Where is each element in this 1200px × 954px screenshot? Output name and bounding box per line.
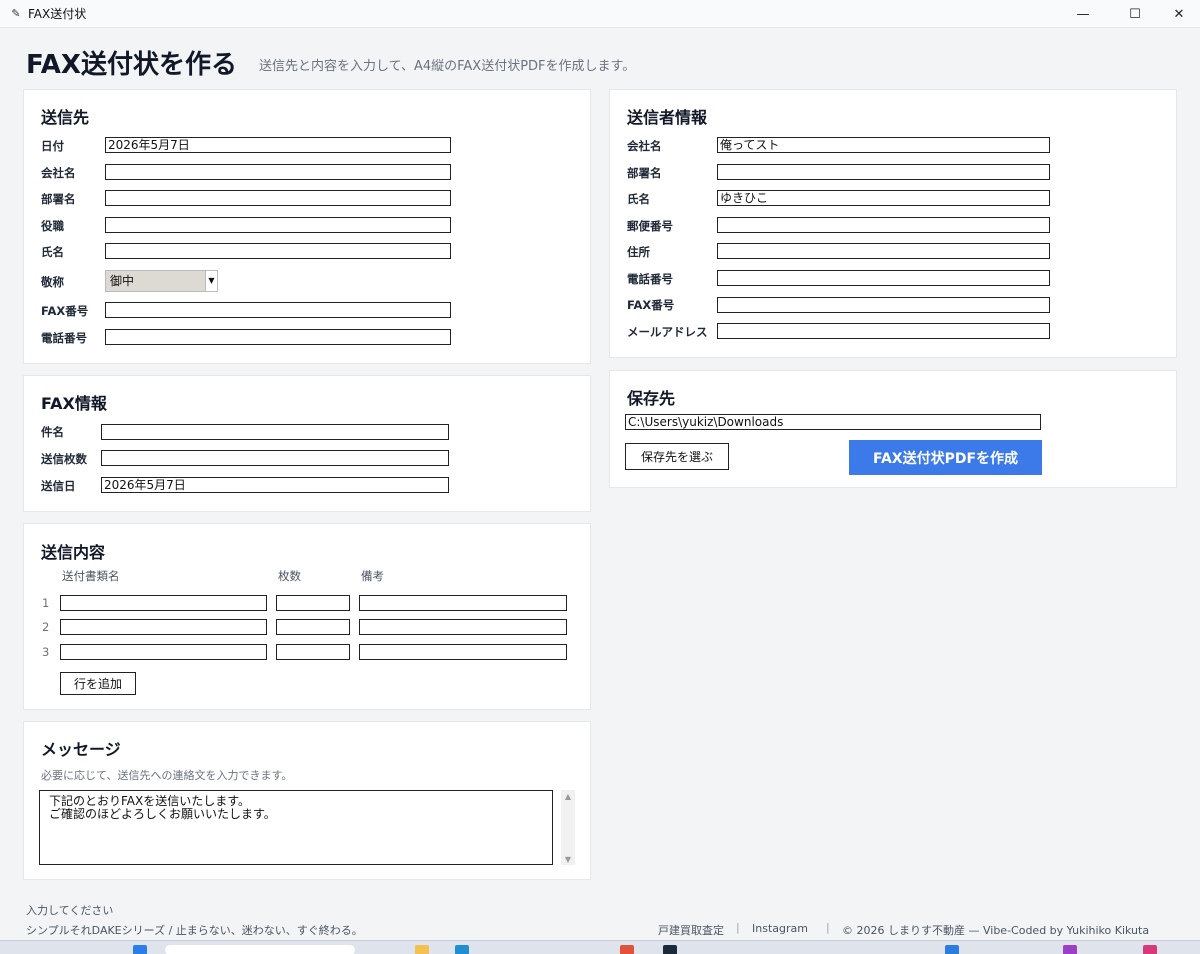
name-field[interactable] bbox=[105, 243, 451, 259]
sender-company-field[interactable]: 俺ってスト bbox=[717, 137, 1050, 153]
row-note-field[interactable] bbox=[359, 595, 567, 611]
message-title: メッセージ bbox=[41, 740, 121, 759]
sender-department-field[interactable] bbox=[717, 164, 1050, 180]
row-doc-field[interactable] bbox=[60, 619, 267, 635]
row-note-field[interactable] bbox=[359, 619, 567, 635]
browser-icon[interactable] bbox=[455, 945, 469, 954]
sender-name-field[interactable]: ゆきひこ bbox=[717, 190, 1050, 206]
pages-field[interactable] bbox=[101, 450, 449, 466]
row-number: 3 bbox=[42, 645, 50, 659]
window-titlebar: ✎ FAX送付状 bbox=[0, 0, 1200, 28]
date-field[interactable]: 2026年5月7日 bbox=[105, 137, 451, 153]
sender-address-field[interactable] bbox=[717, 243, 1050, 259]
send-date-field[interactable]: 2026年5月7日 bbox=[101, 477, 449, 493]
fax-label: FAX番号 bbox=[41, 304, 89, 318]
row-note-field[interactable] bbox=[359, 644, 567, 660]
add-row-button[interactable]: 行を追加 bbox=[60, 672, 136, 695]
date-label: 日付 bbox=[41, 139, 64, 153]
instagram-icon[interactable] bbox=[1143, 945, 1157, 954]
department-field[interactable] bbox=[105, 190, 451, 206]
message-hint: 必要に応じて、送信先への連絡文を入力できます。 bbox=[41, 769, 293, 782]
fax-info-title: FAX情報 bbox=[41, 394, 107, 413]
sender-title: 送信者情報 bbox=[627, 108, 708, 127]
taskbar bbox=[0, 940, 1200, 954]
row-doc-field[interactable] bbox=[60, 644, 267, 660]
position-label: 役職 bbox=[41, 219, 64, 233]
maximize-button[interactable]: ☐ bbox=[1112, 0, 1158, 28]
sender-phone-label: 電話番号 bbox=[627, 272, 673, 286]
phone-field[interactable] bbox=[105, 329, 451, 345]
name-label: 氏名 bbox=[41, 245, 64, 259]
sender-phone-field[interactable] bbox=[717, 270, 1050, 286]
instagram-link[interactable]: Instagram bbox=[752, 922, 808, 935]
sender-zip-field[interactable] bbox=[717, 217, 1050, 233]
close-button[interactable]: ✕ bbox=[1156, 0, 1200, 28]
row-number: 1 bbox=[42, 596, 50, 610]
row-count-field[interactable] bbox=[276, 644, 350, 660]
company-field[interactable] bbox=[105, 164, 451, 180]
vscode-icon[interactable] bbox=[945, 945, 959, 954]
minimize-button[interactable]: — bbox=[1060, 0, 1106, 28]
chevron-down-icon[interactable]: ▼ bbox=[205, 271, 217, 291]
sender-fax-field[interactable] bbox=[717, 297, 1050, 313]
message-scrollbar[interactable]: ▲ ▼ bbox=[561, 790, 575, 865]
row-doc-field[interactable] bbox=[60, 595, 267, 611]
save-title: 保存先 bbox=[627, 389, 676, 408]
recipient-title: 送信先 bbox=[41, 108, 90, 127]
subject-label: 件名 bbox=[41, 425, 64, 439]
row-count-field[interactable] bbox=[276, 619, 350, 635]
scroll-down-icon[interactable]: ▼ bbox=[561, 853, 575, 865]
appraisal-link[interactable]: 戸建買取査定 bbox=[658, 922, 724, 938]
contents-title: 送信内容 bbox=[41, 543, 106, 562]
sender-company-label: 会社名 bbox=[627, 139, 662, 153]
footer-separator: | bbox=[736, 921, 740, 934]
honorific-select[interactable]: 御中 ▼ bbox=[105, 270, 218, 292]
sender-address-label: 住所 bbox=[627, 245, 650, 259]
fax-field[interactable] bbox=[105, 302, 451, 318]
search-box[interactable] bbox=[165, 945, 355, 954]
position-field[interactable] bbox=[105, 217, 451, 233]
column-header-note: 備考 bbox=[361, 569, 384, 583]
tagline-text: シンプルそれDAKEシリーズ / 止まらない、迷わない、すぐ終わる。 bbox=[26, 924, 363, 937]
sender-department-label: 部署名 bbox=[627, 166, 662, 180]
sender-email-field[interactable] bbox=[717, 323, 1050, 339]
sender-name-label: 氏名 bbox=[627, 192, 650, 206]
row-number: 2 bbox=[42, 620, 50, 634]
scroll-up-icon[interactable]: ▲ bbox=[561, 790, 575, 802]
row-count-field[interactable] bbox=[276, 595, 350, 611]
sender-zip-label: 郵便番号 bbox=[627, 219, 673, 233]
page-title: FAX送付状を作る bbox=[26, 50, 237, 80]
save-path-field[interactable]: C:\Users\yukiz\Downloads bbox=[625, 414, 1041, 430]
create-pdf-button[interactable]: FAX送付状PDFを作成 bbox=[849, 440, 1042, 475]
pages-label: 送信枚数 bbox=[41, 452, 87, 466]
terminal-icon[interactable] bbox=[663, 945, 677, 954]
honorific-label: 敬称 bbox=[41, 275, 64, 289]
app-icon[interactable] bbox=[1063, 945, 1077, 954]
app-icon[interactable] bbox=[620, 945, 634, 954]
folder-icon[interactable] bbox=[415, 945, 429, 954]
page-subtitle: 送信先と内容を入力して、A4縦のFAX送付状PDFを作成します。 bbox=[259, 59, 636, 74]
column-header-doc: 送付書類名 bbox=[62, 569, 120, 583]
send-date-label: 送信日 bbox=[41, 479, 76, 493]
footer-separator: | bbox=[826, 921, 830, 934]
copyright-text: © 2026 しまりす不動産 — Vibe-Coded by Yukihiko … bbox=[842, 924, 1150, 937]
department-label: 部署名 bbox=[41, 192, 76, 206]
subject-field[interactable] bbox=[101, 424, 449, 440]
company-label: 会社名 bbox=[41, 166, 76, 180]
choose-folder-button[interactable]: 保存先を選ぶ bbox=[625, 443, 729, 470]
sender-email-label: メールアドレス bbox=[627, 325, 708, 339]
column-header-count: 枚数 bbox=[278, 569, 301, 583]
message-textarea[interactable]: 下記のとおりFAXを送信いたします。 ご確認のほどよろしくお願いいたします。 bbox=[39, 790, 553, 865]
phone-label: 電話番号 bbox=[41, 331, 87, 345]
sender-fax-label: FAX番号 bbox=[627, 298, 675, 312]
honorific-value: 御中 bbox=[110, 274, 135, 288]
windows-start-icon[interactable] bbox=[133, 945, 147, 954]
feather-icon: ✎ bbox=[11, 7, 21, 20]
window-title: FAX送付状 bbox=[28, 7, 87, 21]
status-text: 入力してください bbox=[26, 904, 114, 917]
